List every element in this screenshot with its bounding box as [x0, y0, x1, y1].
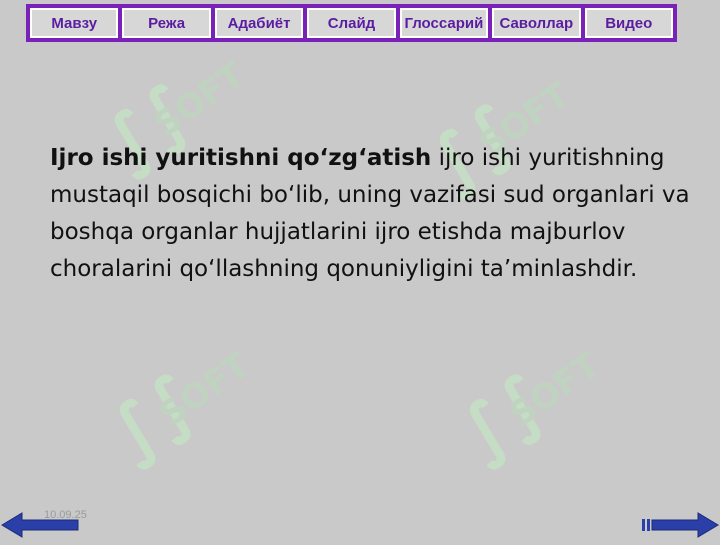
nav-button-slayd[interactable]: Слайд [307, 8, 396, 38]
nav-button-reja[interactable]: Режа [122, 8, 211, 38]
svg-text:SOFT: SOFT [152, 345, 250, 435]
nav-button-mavzu[interactable]: Мавзу [30, 8, 119, 38]
nav-button-glossariy[interactable]: Глоссарий [399, 8, 489, 38]
nav-button-video[interactable]: Видео [584, 8, 673, 38]
definition-term: Ijro ishi yuritishni qo‘zg‘atish [50, 145, 432, 171]
svg-text:SOFT: SOFT [502, 345, 600, 435]
top-nav-bar: Мавзу Режа Адабиёт Слайд Глоссарий Савол… [26, 4, 677, 42]
svg-text:∫∫: ∫∫ [450, 358, 562, 470]
watermark-logo: ∫∫ SOFT [100, 330, 250, 470]
nav-button-savollar[interactable]: Саволлар [492, 8, 581, 38]
watermark-logo: ∫∫ SOFT [450, 330, 600, 470]
slide-body-text: Ijro ishi yuritishni qo‘zg‘atish ijro is… [50, 140, 710, 288]
nav-button-adabiyot[interactable]: Адабиёт [214, 8, 304, 38]
svg-text:SOFT: SOFT [147, 55, 245, 145]
svg-text:∫∫: ∫∫ [100, 358, 212, 470]
